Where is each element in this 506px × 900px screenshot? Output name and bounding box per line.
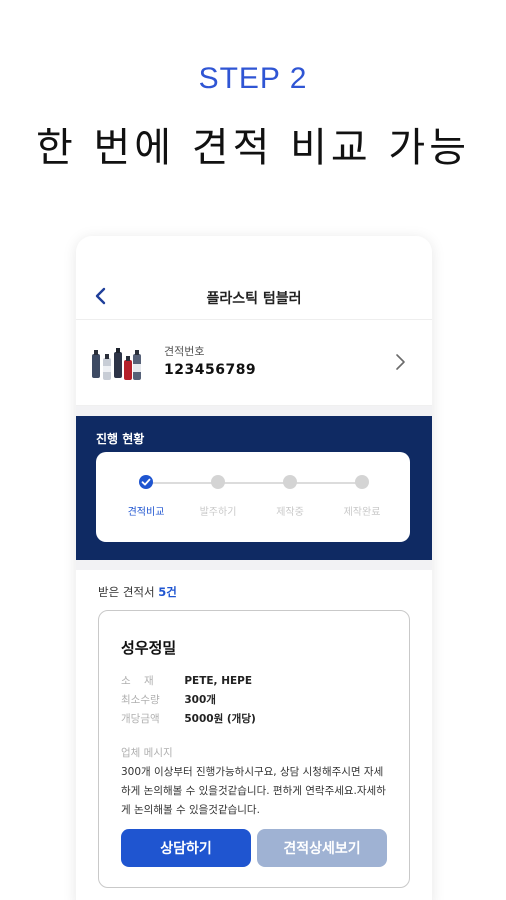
received-quotes-prefix: 받은 견적서 xyxy=(98,585,155,599)
spec-key: 개당금액 xyxy=(121,713,160,725)
spec-value: 300개 xyxy=(184,694,216,706)
spec-value: 5000원 (개당) xyxy=(184,713,256,725)
progress-step-label: 제작완료 xyxy=(343,507,381,518)
progress-step-order: 발주하기 xyxy=(182,474,254,518)
spec-row-material: 소 재 PETE, HEPE xyxy=(121,673,252,688)
received-quotes-header: 받은 견적서 5건 xyxy=(76,570,432,610)
quote-card: 성우정밀 소 재 PETE, HEPE 최소수량 300개 개당금액 5000원… xyxy=(98,610,410,888)
spec-key: 소 재 xyxy=(121,675,154,687)
progress-step-label: 발주하기 xyxy=(199,507,237,518)
progress-title: 진행 현황 xyxy=(96,432,145,446)
phone-screen: 플라스틱 텀블러 견적번호 123456789 진행 현황 견적비교 발주하기 … xyxy=(76,236,432,900)
quote-summary-row[interactable]: 견적번호 123456789 xyxy=(76,320,432,406)
received-quotes-text: 받은 견적서 5건 xyxy=(98,584,177,600)
section-divider xyxy=(76,560,432,570)
check-circle-icon xyxy=(139,475,153,489)
spec-row-min-qty: 최소수량 300개 xyxy=(121,692,216,707)
section-divider xyxy=(76,406,432,416)
quote-detail-button[interactable]: 견적상세보기 xyxy=(257,829,387,867)
progress-step-compare: 견적비교 xyxy=(110,474,182,518)
progress-step-production: 제작중 xyxy=(254,474,326,518)
progress-section: 진행 현황 견적비교 발주하기 제작중 제작완료 xyxy=(76,416,432,560)
spec-value: PETE, HEPE xyxy=(184,675,253,687)
company-name: 성우정밀 xyxy=(121,639,177,657)
vendor-message: 300개 이상부터 진행가능하시구요, 상담 시청해주시면 자세하게 논의해볼 … xyxy=(121,766,386,816)
product-image xyxy=(92,348,141,380)
step-dot-icon xyxy=(211,475,225,489)
spec-row-unit-price: 개당금액 5000원 (개당) xyxy=(121,711,256,726)
quote-number-label: 견적번호 xyxy=(164,345,205,358)
progress-step-complete: 제작완료 xyxy=(326,474,398,518)
quote-number: 123456789 xyxy=(164,362,257,378)
step-dot-icon xyxy=(283,475,297,489)
promo-headline: 한 번에 견적 비교 가능 xyxy=(35,125,471,171)
consult-button[interactable]: 상담하기 xyxy=(121,829,251,867)
screen-title: 플라스틱 텀블러 xyxy=(206,291,302,307)
top-bar: 플라스틱 텀블러 xyxy=(76,236,432,320)
progress-step-label: 견적비교 xyxy=(127,507,165,518)
spec-key: 최소수량 xyxy=(121,694,160,706)
received-quotes-count: 5건 xyxy=(158,585,177,599)
progress-card: 견적비교 발주하기 제작중 제작완료 xyxy=(96,452,410,542)
vendor-message-title: 업체 메시지 xyxy=(121,747,173,759)
step-dot-icon xyxy=(355,475,369,489)
step-label: STEP 2 xyxy=(198,62,308,95)
progress-step-label: 제작중 xyxy=(276,507,304,518)
chevron-right-icon[interactable] xyxy=(394,352,406,372)
